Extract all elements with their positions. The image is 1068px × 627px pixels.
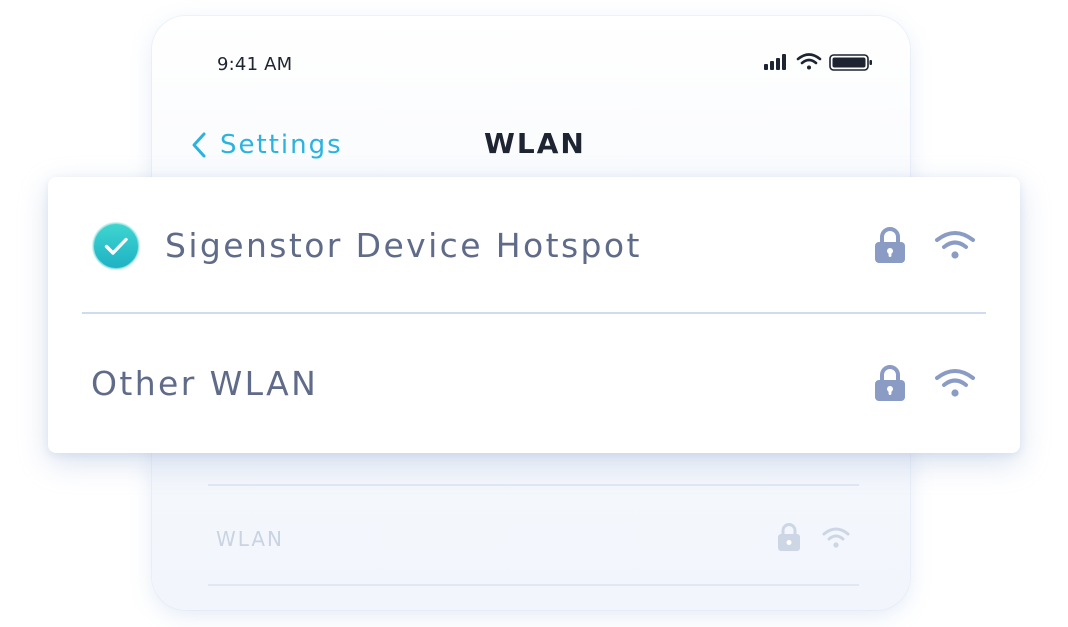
- status-icons: [762, 50, 874, 74]
- chevron-left-icon: [192, 132, 206, 158]
- lock-icon: [875, 365, 905, 401]
- back-button[interactable]: Settings: [190, 128, 343, 162]
- row-divider: [82, 312, 986, 314]
- wifi-signal-icon: [935, 369, 975, 397]
- network-name: Sigenstor Device Hotspot: [165, 226, 642, 265]
- connected-check-icon: [92, 222, 140, 270]
- network-name: Other WLAN: [91, 364, 319, 403]
- wifi-signal-icon: [935, 231, 975, 259]
- background-lock-icon: [778, 523, 800, 551]
- background-wifi-icon: [822, 527, 850, 548]
- back-button-label: Settings: [220, 130, 343, 160]
- lock-icon: [875, 227, 905, 263]
- network-row-other-wlan[interactable]: Other WLAN: [48, 315, 1020, 453]
- wlan-network-card: Sigenstor Device Hotspot Other WLAN: [48, 177, 1020, 453]
- wifi-icon: [796, 53, 822, 70]
- stage: 9:41 AM Settings WLAN WLAN Sigenstor Dev…: [0, 0, 1068, 627]
- status-icons-svg: [764, 53, 872, 71]
- background-divider-bottom: [208, 584, 859, 586]
- cellular-signal-icon: [764, 54, 786, 70]
- status-time: 9:41 AM: [217, 54, 293, 75]
- background-divider-top: [208, 484, 859, 486]
- page-title: WLAN: [484, 127, 586, 160]
- background-row-label: WLAN: [216, 527, 285, 551]
- battery-icon: [829, 54, 872, 71]
- network-row-sigenstor[interactable]: Sigenstor Device Hotspot: [48, 177, 1020, 315]
